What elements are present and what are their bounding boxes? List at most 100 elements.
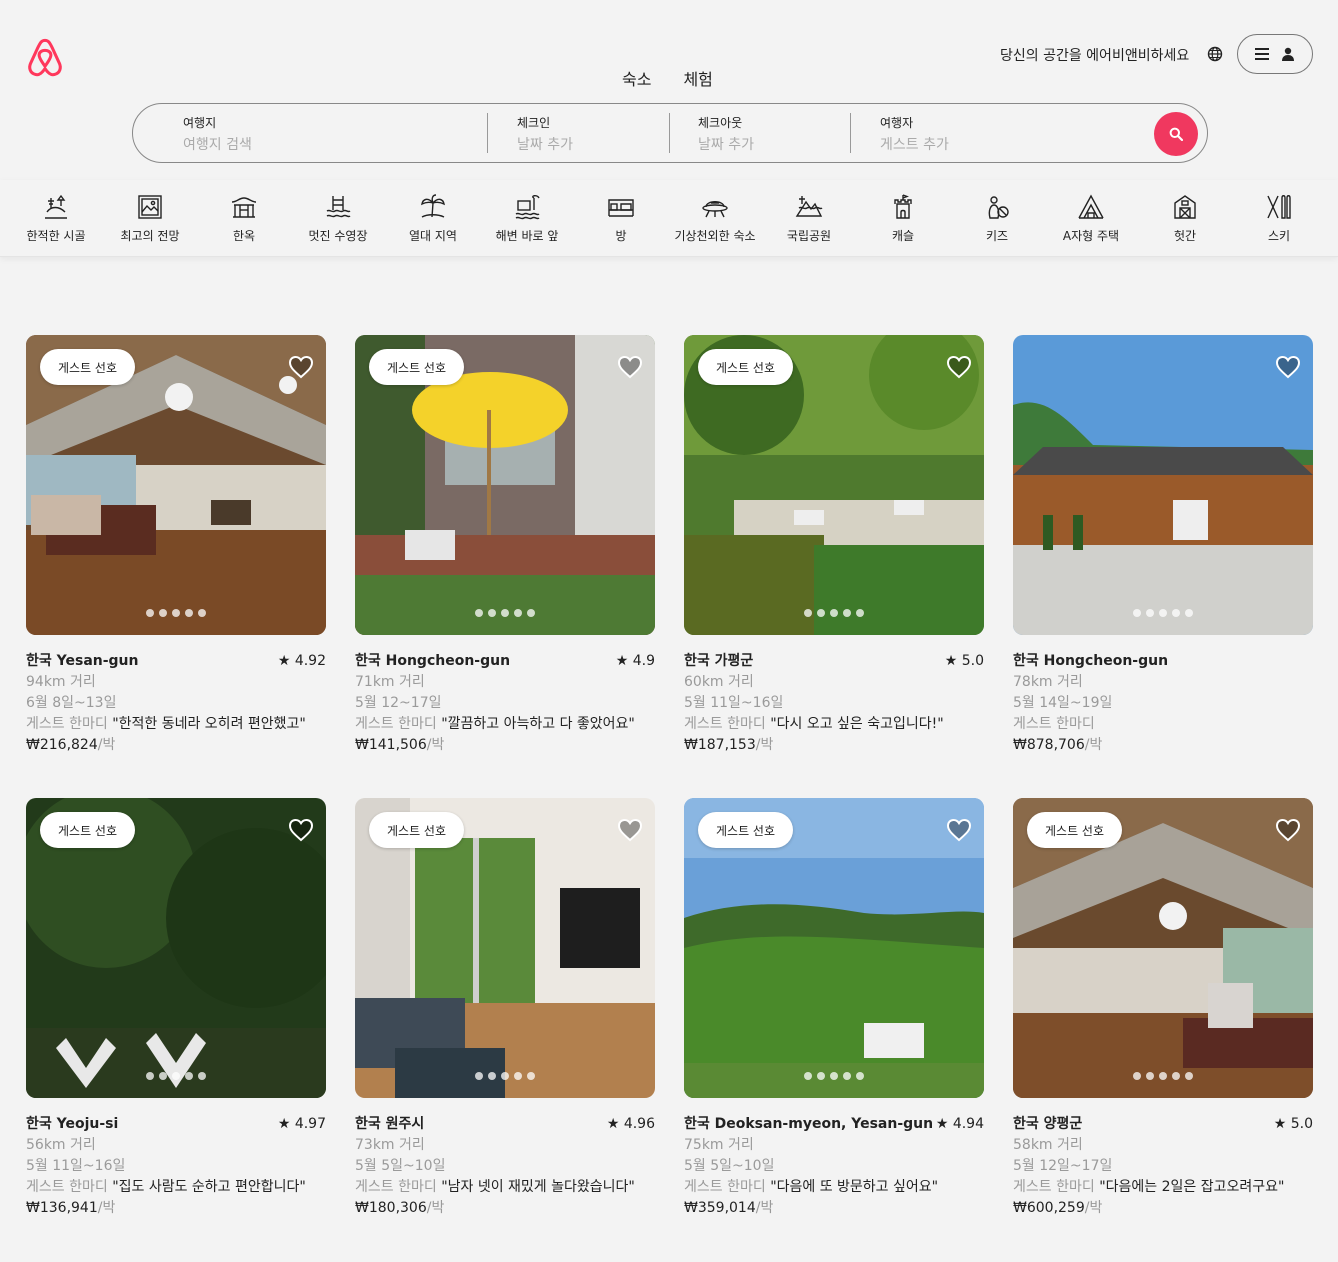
listing-photo[interactable]: 게스트 선호: [684, 798, 984, 1098]
listing-info: 한국 Hongcheon-gun ★ 4.9 71km 거리 5월 12~17일 …: [355, 635, 655, 756]
listing-photo[interactable]: 게스트 선호: [26, 798, 326, 1098]
listing-price: ₩141,506: [355, 737, 427, 753]
tab-stays[interactable]: 숙소: [622, 66, 651, 90]
category-ski[interactable]: 스키: [1232, 192, 1326, 244]
category-kids[interactable]: 키즈: [950, 192, 1044, 244]
user-menu-button[interactable]: [1237, 34, 1313, 74]
search-checkout[interactable]: 체크아웃 날짜 추가: [698, 114, 754, 154]
search-guests[interactable]: 여행자 게스트 추가: [880, 114, 949, 154]
photo-pagination[interactable]: [26, 609, 326, 617]
listing-photo[interactable]: 게스트 선호: [26, 335, 326, 635]
search-destination[interactable]: 여행지 여행지 검색: [183, 114, 252, 154]
listing-title: 한국 가평군: [684, 653, 754, 669]
listing-card[interactable]: 한국 Hongcheon-gun 78km 거리 5월 14일~19일 게스트 …: [1013, 335, 1313, 756]
heart-icon[interactable]: [946, 355, 972, 379]
listing-price: ₩600,259: [1013, 1200, 1085, 1216]
listing-rating: ★ 4.97: [277, 1116, 326, 1132]
guest-favorite-badge: 게스트 선호: [40, 812, 136, 848]
category-amazing-view[interactable]: 최고의 전망: [103, 192, 197, 244]
room-icon: [608, 199, 634, 217]
category-barn[interactable]: 헛간: [1138, 192, 1232, 244]
guest-favorite-badge: 게스트 선호: [369, 349, 465, 385]
review-label: 게스트 한마디: [1013, 1179, 1095, 1195]
heart-icon[interactable]: [946, 818, 972, 842]
category-room[interactable]: 방: [574, 192, 668, 244]
user-avatar-icon: [1282, 47, 1294, 61]
category-a-frame[interactable]: A자형 주택: [1044, 192, 1138, 244]
heart-icon[interactable]: [288, 355, 314, 379]
price-unit: /박: [1084, 1200, 1103, 1216]
listing-card[interactable]: 게스트 선호 한국 Deoksan-myeon, Yesan-gun ★ 4.94…: [684, 798, 984, 1219]
search-button[interactable]: [1154, 112, 1198, 156]
listing-title: 한국 Yeoju-si: [26, 1116, 119, 1132]
listing-distance: 60km 거리: [684, 674, 754, 690]
heart-icon[interactable]: [288, 818, 314, 842]
listing-dates: 5월 11일~16일: [26, 1158, 126, 1174]
guest-favorite-badge: 게스트 선호: [698, 349, 794, 385]
ski-icon: [1267, 195, 1291, 219]
search-checkin[interactable]: 체크인 날짜 추가: [517, 114, 573, 154]
listing-review: "다시 오고 싶은 숙고입니다!": [770, 716, 944, 732]
price-unit: /박: [97, 1200, 116, 1216]
photo-pagination[interactable]: [684, 1072, 984, 1080]
category-label: 키즈: [985, 229, 1009, 243]
listing-price: ₩180,306: [355, 1200, 427, 1216]
category-beachfront[interactable]: 해변 바로 앞: [480, 192, 574, 244]
review-label: 게스트 한마디: [1013, 716, 1095, 732]
category-omg[interactable]: 기상천외한 숙소: [668, 192, 762, 244]
review-label: 게스트 한마디: [26, 1179, 108, 1195]
globe-icon[interactable]: [1207, 46, 1223, 62]
listing-title: 한국 Hongcheon-gun: [1013, 653, 1169, 669]
photo-pagination[interactable]: [1013, 609, 1313, 617]
guest-favorite-badge: 게스트 선호: [40, 349, 136, 385]
search-divider: [850, 113, 851, 153]
photo-pagination[interactable]: [355, 1072, 655, 1080]
listing-photo[interactable]: 게스트 선호: [355, 798, 655, 1098]
photo-pagination[interactable]: [684, 609, 984, 617]
listing-photo[interactable]: 게스트 선호: [1013, 798, 1313, 1098]
listing-photo[interactable]: 게스트 선호: [355, 335, 655, 635]
hamburger-menu-icon: [1255, 48, 1269, 60]
category-tropical[interactable]: 열대 지역: [386, 192, 480, 244]
search-guests-label: 여행자: [880, 116, 914, 130]
heart-icon[interactable]: [617, 355, 643, 379]
listing-card[interactable]: 게스트 선호 한국 Yeoju-si ★ 4.97 56km 거리 5월 11일~…: [26, 798, 326, 1219]
listing-price: ₩187,153: [684, 737, 756, 753]
airbnb-logo-icon[interactable]: [26, 38, 64, 78]
category-hanok[interactable]: 한옥: [197, 192, 291, 244]
category-castle[interactable]: 캐슬: [856, 192, 950, 244]
listing-rating: ★ 5.0: [1273, 1116, 1313, 1132]
listing-card[interactable]: 게스트 선호 한국 Hongcheon-gun ★ 4.9 71km 거리 5월 …: [355, 335, 655, 756]
photo-pagination[interactable]: [1013, 1072, 1313, 1080]
photo-pagination[interactable]: [26, 1072, 326, 1080]
heart-icon[interactable]: [1275, 355, 1301, 379]
listing-card[interactable]: 게스트 선호 한국 양평군 ★ 5.0 58km 거리 5월 12일~17일 게스…: [1013, 798, 1313, 1219]
heart-icon[interactable]: [1275, 818, 1301, 842]
category-label: A자형 주택: [1062, 229, 1120, 243]
listing-review: "집도 사람도 순하고 편안합니다": [112, 1179, 306, 1195]
category-countryside[interactable]: 한적한 시골: [9, 192, 103, 244]
search-guests-placeholder: 게스트 추가: [880, 137, 949, 153]
castle-icon: [894, 194, 912, 219]
category-national-park[interactable]: 국립공원: [762, 192, 856, 244]
guest-favorite-badge: 게스트 선호: [369, 812, 465, 848]
category-label: 국립공원: [786, 229, 832, 243]
category-pool[interactable]: 멋진 수영장: [291, 192, 385, 244]
tab-experiences[interactable]: 체험: [683, 66, 712, 90]
review-label: 게스트 한마디: [355, 1179, 437, 1195]
photo-pagination[interactable]: [355, 609, 655, 617]
review-label: 게스트 한마디: [684, 716, 766, 732]
heart-icon[interactable]: [617, 818, 643, 842]
category-label: 기상천외한 숙소: [674, 229, 756, 243]
category-label: 해변 바로 앞: [495, 229, 559, 243]
host-link[interactable]: 당신의 공간을 에어비앤비하세요: [1000, 45, 1189, 65]
listing-card[interactable]: 게스트 선호 한국 원주시 ★ 4.96 73km 거리 5월 5일~10일 게스…: [355, 798, 655, 1219]
listing-price: ₩878,706: [1013, 737, 1085, 753]
listing-photo[interactable]: [1013, 335, 1313, 635]
listing-info: 한국 Yesan-gun ★ 4.92 94km 거리 6월 8일~13일 게스트…: [26, 635, 326, 756]
listing-photo[interactable]: 게스트 선호: [684, 335, 984, 635]
search-checkout-label: 체크아웃: [698, 116, 743, 130]
listing-card[interactable]: 게스트 선호 한국 가평군 ★ 5.0 60km 거리 5월 11일~16일 게스…: [684, 335, 984, 756]
category-label: 스키: [1267, 229, 1291, 243]
listing-card[interactable]: 게스트 선호 한국 Yesan-gun ★ 4.92 94km 거리 6월 8일~…: [26, 335, 326, 756]
